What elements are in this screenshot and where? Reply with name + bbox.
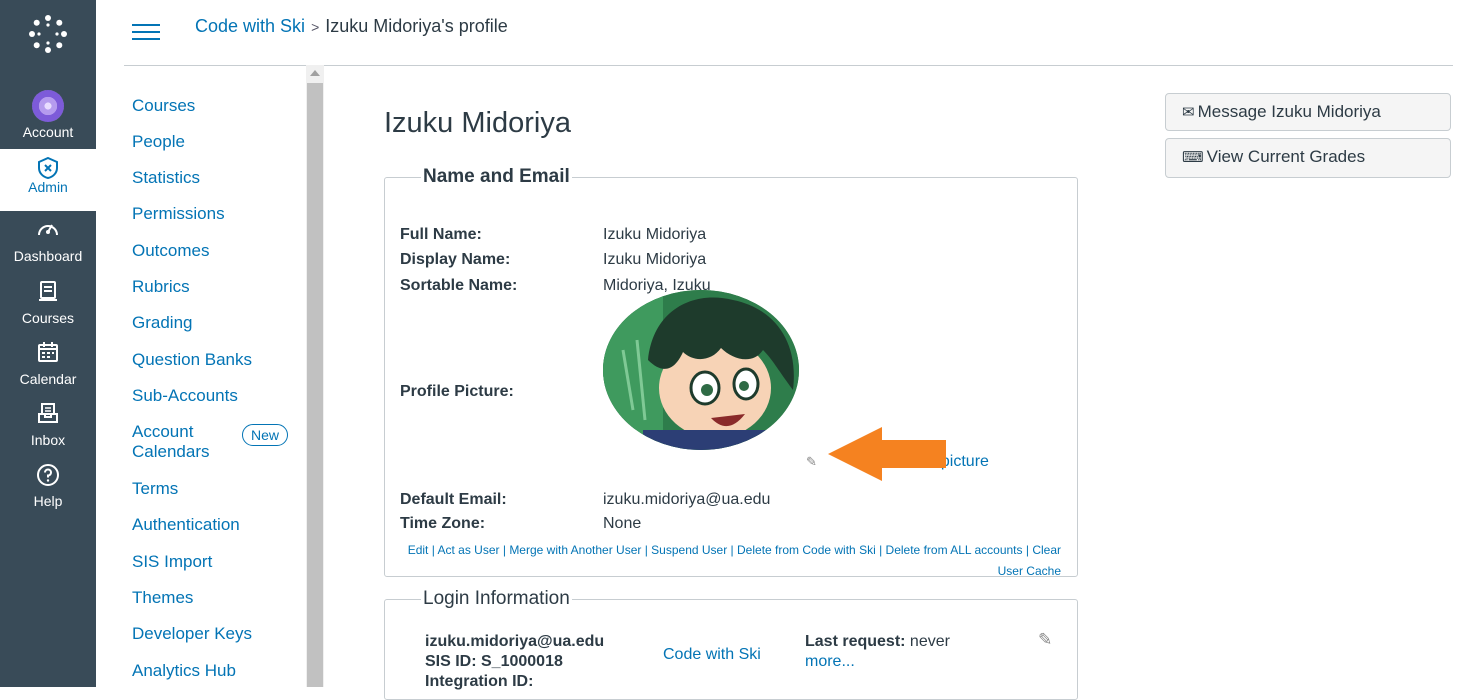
- time-zone-label: Time Zone:: [400, 515, 486, 532]
- act-as-user-link[interactable]: Act as User: [438, 543, 500, 557]
- global-nav-calendar[interactable]: Calendar: [0, 341, 96, 401]
- breadcrumb-current: Izuku Midoriya's profile: [325, 16, 508, 36]
- section-nav-courses[interactable]: Courses: [132, 96, 195, 116]
- login-account-link[interactable]: Code with Ski: [663, 646, 761, 664]
- global-nav-inbox[interactable]: Inbox: [0, 402, 96, 462]
- section-nav-sub-accounts[interactable]: Sub-Accounts: [132, 386, 238, 406]
- annotation-arrow-icon: [828, 427, 946, 481]
- edit-link[interactable]: Edit: [408, 543, 429, 557]
- login-information-legend: Login Information: [423, 588, 570, 609]
- section-nav-themes[interactable]: Themes: [132, 588, 193, 608]
- sis-id: SIS ID: S_1000018: [425, 653, 563, 670]
- courses-icon: [0, 280, 96, 310]
- canvas-logo-icon: [29, 15, 67, 53]
- page-header: Code with Ski > Izuku Midoriya's profile: [124, 0, 1453, 66]
- profile-picture: [603, 290, 799, 450]
- name-and-email-legend: Name and Email: [423, 166, 570, 187]
- help-icon: [0, 463, 96, 493]
- admin-shield-icon: [0, 149, 96, 179]
- merge-user-link[interactable]: Merge with Another User: [509, 543, 641, 557]
- message-user-label: Message Izuku Midoriya: [1197, 102, 1381, 121]
- page-title: Izuku Midoriya: [384, 107, 571, 139]
- section-nav-permissions[interactable]: Permissions: [132, 204, 225, 224]
- sortable-name-label: Sortable Name:: [400, 277, 518, 294]
- section-nav-rubrics[interactable]: Rubrics: [132, 277, 190, 297]
- global-nav-account[interactable]: Account: [0, 80, 96, 140]
- default-email-value: izuku.midoriya@ua.edu: [603, 491, 771, 508]
- section-nav-people[interactable]: People: [132, 132, 185, 152]
- delete-from-all-accounts-link[interactable]: Delete from ALL accounts: [886, 543, 1023, 557]
- breadcrumb: Code with Ski > Izuku Midoriya's profile: [195, 16, 508, 37]
- message-user-button[interactable]: ✉ Message Izuku Midoriya: [1165, 93, 1451, 131]
- global-nav-courses[interactable]: Courses: [0, 280, 96, 340]
- global-nav: Account Admin Dashboard Courses Calendar…: [0, 0, 96, 687]
- global-nav-calendar-label: Calendar: [19, 371, 77, 387]
- edit-login-pencil-icon[interactable]: ✎: [1038, 630, 1052, 650]
- default-email-label: Default Email:: [400, 491, 507, 508]
- global-nav-account-label: Account: [22, 124, 74, 140]
- dashboard-icon: [0, 218, 96, 248]
- section-nav-scrollbar[interactable]: [306, 65, 324, 687]
- global-nav-admin[interactable]: Admin: [0, 149, 96, 211]
- name-and-email-section: Name and Email Full Name: Izuku Midoriya…: [384, 166, 1078, 578]
- more-link[interactable]: more...: [805, 653, 855, 670]
- section-nav-outcomes[interactable]: Outcomes: [132, 241, 209, 261]
- account-avatar: [32, 90, 64, 122]
- new-badge: New: [242, 424, 289, 446]
- breadcrumb-separator: >: [311, 19, 320, 35]
- global-nav-dashboard[interactable]: Dashboard: [0, 218, 96, 278]
- last-request: Last request: never more...: [805, 632, 950, 672]
- scroll-up-arrow-icon[interactable]: [310, 70, 320, 76]
- section-nav-statistics[interactable]: Statistics: [132, 168, 200, 188]
- section-nav-account-calendars[interactable]: Account Calendars: [132, 422, 222, 462]
- integration-id: Integration ID:: [425, 673, 534, 690]
- last-request-label: Last request:: [805, 633, 906, 650]
- pencil-icon: ✎: [806, 454, 817, 469]
- change-picture-text: picture: [940, 453, 989, 470]
- section-nav-question-banks[interactable]: Question Banks: [132, 350, 252, 370]
- section-nav-developer-keys[interactable]: Developer Keys: [132, 624, 252, 644]
- hamburger-menu-icon[interactable]: [132, 24, 160, 44]
- delete-from-account-link[interactable]: Delete from Code with Ski: [737, 543, 876, 557]
- canvas-logo[interactable]: [0, 0, 96, 76]
- suspend-user-link[interactable]: Suspend User: [651, 543, 727, 557]
- global-nav-help[interactable]: Help: [0, 463, 96, 523]
- global-nav-dashboard-label: Dashboard: [13, 248, 83, 264]
- inbox-icon: [0, 402, 96, 432]
- profile-picture-label: Profile Picture:: [400, 383, 514, 400]
- display-name-label: Display Name:: [400, 251, 511, 268]
- global-nav-inbox-label: Inbox: [30, 432, 66, 448]
- section-nav-authentication[interactable]: Authentication: [132, 515, 240, 535]
- section-nav-grading[interactable]: Grading: [132, 313, 192, 333]
- time-zone-value: None: [603, 515, 642, 532]
- view-current-grades-label: View Current Grades: [1206, 147, 1366, 166]
- global-nav-courses-label: Courses: [21, 310, 75, 326]
- calendar-icon: [0, 341, 96, 371]
- envelope-icon: ✉: [1182, 104, 1195, 121]
- login-information-section: Login Information izuku.midoriya@ua.edu …: [384, 588, 1078, 700]
- full-name-value: Izuku Midoriya: [603, 226, 707, 243]
- scrollbar-thumb[interactable]: [307, 83, 323, 687]
- full-name-label: Full Name:: [400, 226, 482, 243]
- user-actions: Edit | Act as User | Merge with Another …: [407, 543, 1061, 578]
- display-name-value: Izuku Midoriya: [603, 251, 707, 268]
- section-nav-analytics-hub[interactable]: Analytics Hub: [132, 661, 236, 681]
- section-nav-sis-import[interactable]: SIS Import: [132, 552, 212, 572]
- view-current-grades-button[interactable]: ⌨ View Current Grades: [1165, 138, 1451, 178]
- login-id: izuku.midoriya@ua.edu: [425, 633, 605, 650]
- last-request-value: never: [909, 633, 950, 650]
- global-nav-admin-label: Admin: [28, 179, 68, 195]
- section-nav-terms[interactable]: Terms: [132, 479, 178, 499]
- login-details: izuku.midoriya@ua.edu SIS ID: S_1000018 …: [425, 632, 604, 692]
- breadcrumb-root-link[interactable]: Code with Ski: [195, 16, 305, 36]
- grades-icon: ⌨: [1182, 149, 1204, 166]
- global-nav-help-label: Help: [33, 493, 63, 509]
